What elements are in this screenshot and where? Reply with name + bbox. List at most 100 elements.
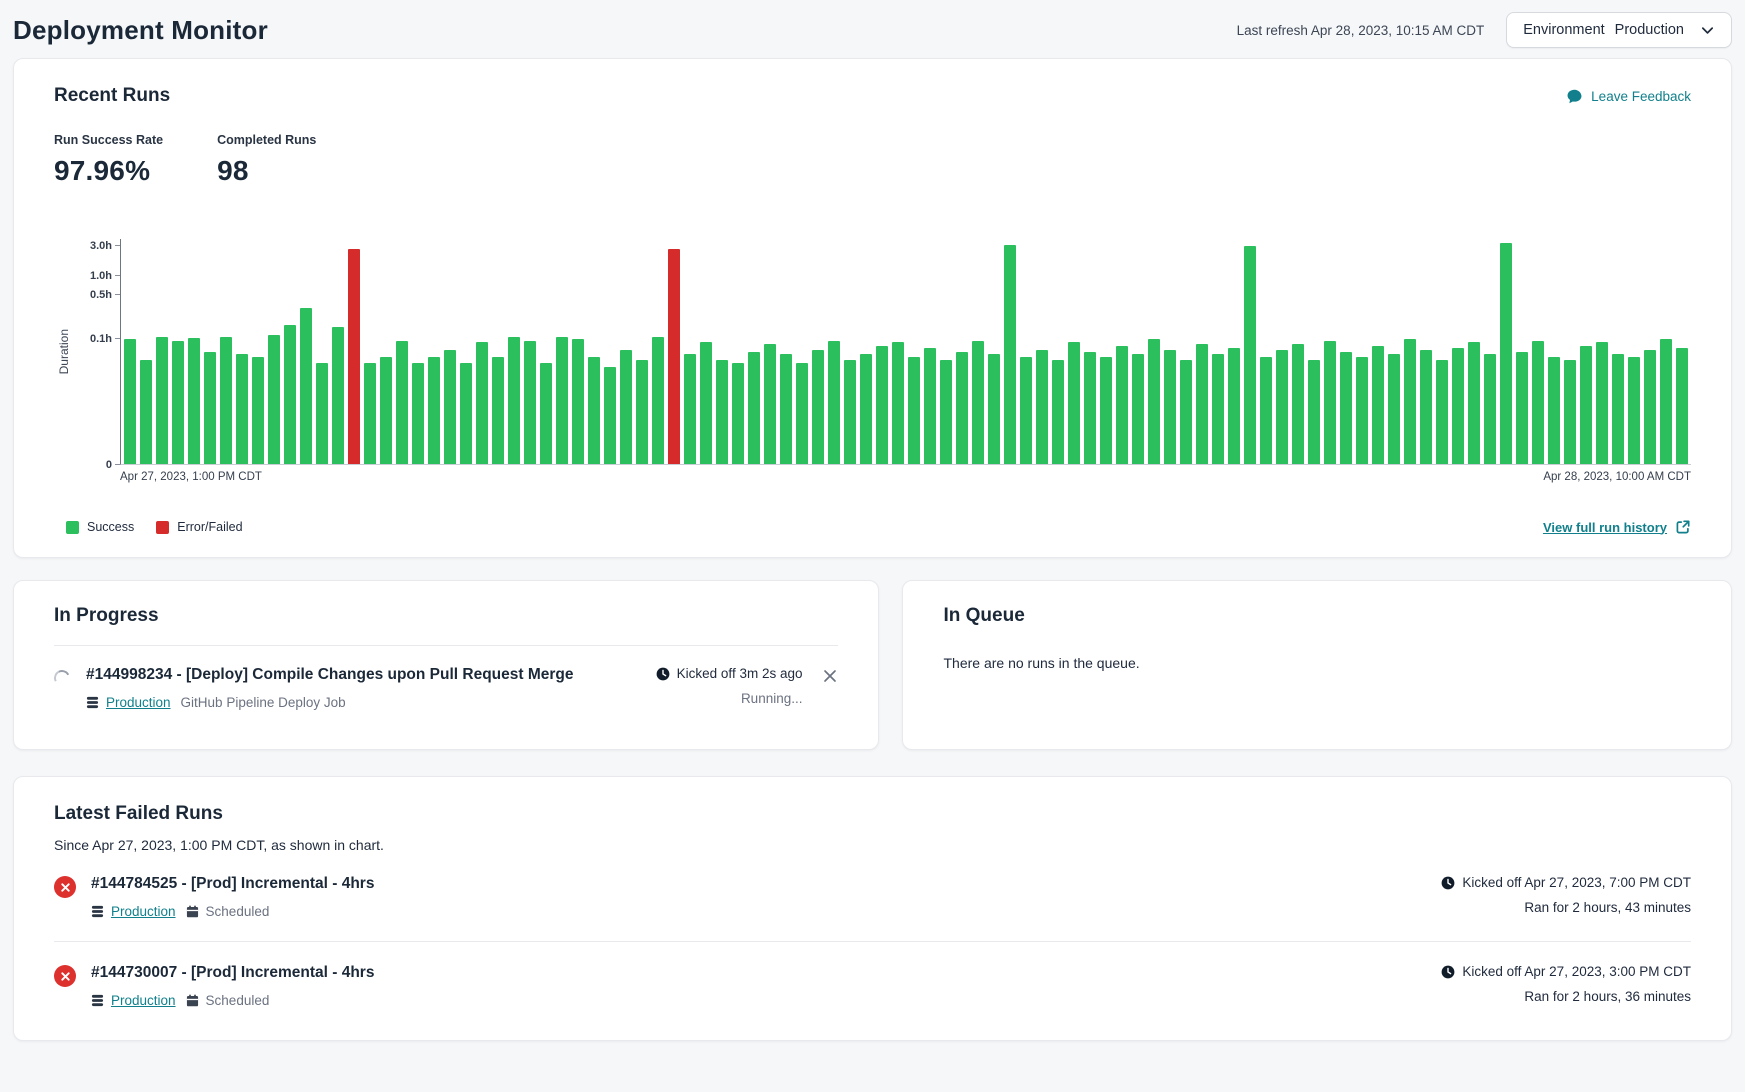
run-bar-success[interactable] [572,339,584,464]
run-bar-success[interactable] [380,357,392,464]
run-bar-success[interactable] [1468,342,1480,464]
run-bar-success[interactable] [1212,354,1224,464]
run-bar-success[interactable] [716,360,728,464]
run-bar-success[interactable] [524,341,536,464]
run-bar-success[interactable] [1148,339,1160,464]
run-bar-success[interactable] [284,325,296,464]
run-bar-success[interactable] [732,363,744,464]
run-bar-success[interactable] [492,357,504,464]
leave-feedback-button[interactable]: Leave Feedback [1566,88,1691,105]
run-bar-success[interactable] [252,357,264,464]
run-bar-success[interactable] [188,338,200,464]
run-bar-success[interactable] [1084,352,1096,464]
run-bar-success[interactable] [1068,342,1080,464]
run-bar-success[interactable] [1260,357,1272,464]
environment-link[interactable]: Production [91,904,176,919]
run-bar-success[interactable] [988,354,1000,464]
run-bar-success[interactable] [1500,243,1512,464]
run-bar-success[interactable] [796,363,808,464]
run-bar-success[interactable] [204,352,216,464]
run-bar-success[interactable] [1228,348,1240,464]
environment-link[interactable]: Production [86,695,171,710]
run-bar-success[interactable] [1004,245,1016,464]
run-bar-success[interactable] [1404,339,1416,464]
run-bar-success[interactable] [780,354,792,464]
run-bar-success[interactable] [1548,357,1560,464]
run-bar-success[interactable] [1036,350,1048,464]
run-bar-success[interactable] [844,360,856,464]
run-bar-success[interactable] [908,357,920,464]
run-bar-success[interactable] [1052,360,1064,464]
run-bar-success[interactable] [588,357,600,464]
run-bar-success[interactable] [1532,341,1544,464]
run-bar-success[interactable] [444,350,456,464]
run-bar-success[interactable] [476,342,488,464]
run-bar-success[interactable] [124,339,136,464]
run-bar-success[interactable] [1180,360,1192,464]
run-bar-success[interactable] [1516,352,1528,464]
run-bar-success[interactable] [1612,354,1624,464]
run-bar-success[interactable] [828,341,840,464]
run-bar-success[interactable] [684,354,696,464]
run-bar-success[interactable] [1420,350,1432,464]
environment-dropdown[interactable]: Environment Production [1506,12,1732,48]
run-bar-error[interactable] [668,249,680,464]
environment-link[interactable]: Production [91,993,176,1008]
run-bar-success[interactable] [556,337,568,464]
run-bar-success[interactable] [412,363,424,464]
run-bar-success[interactable] [940,360,952,464]
run-bar-success[interactable] [508,337,520,464]
run-bar-success[interactable] [1596,342,1608,464]
run-bar-success[interactable] [268,335,280,464]
run-bar-success[interactable] [220,337,232,464]
run-bar-success[interactable] [1580,346,1592,464]
run-bar-success[interactable] [140,360,152,464]
run-bar-success[interactable] [1116,346,1128,464]
run-bar-success[interactable] [876,346,888,464]
run-bar-success[interactable] [620,350,632,464]
run-bar-success[interactable] [1100,357,1112,464]
run-bar-success[interactable] [1132,354,1144,464]
run-bar-success[interactable] [652,337,664,464]
run-bar-success[interactable] [1020,357,1032,464]
run-bar-success[interactable] [1276,350,1288,464]
run-bar-success[interactable] [1452,348,1464,464]
run-bar-success[interactable] [972,341,984,464]
run-bar-success[interactable] [860,354,872,464]
run-bar-success[interactable] [1372,346,1384,464]
run-bar-success[interactable] [1244,246,1256,464]
run-bar-success[interactable] [764,344,776,464]
run-bar-success[interactable] [1196,344,1208,464]
run-bar-success[interactable] [604,367,616,464]
run-bar-success[interactable] [1564,360,1576,464]
run-bar-success[interactable] [396,341,408,464]
run-bar-success[interactable] [1660,339,1672,464]
run-bar-success[interactable] [1340,352,1352,464]
run-bar-success[interactable] [1484,354,1496,464]
run-bar-success[interactable] [956,352,968,464]
run-bar-success[interactable] [700,342,712,464]
run-bar-success[interactable] [428,357,440,464]
run-bar-success[interactable] [364,363,376,464]
run-bar-success[interactable] [1388,354,1400,464]
run-bar-success[interactable] [748,352,760,464]
run-bar-success[interactable] [1644,350,1656,464]
run-bar-success[interactable] [236,354,248,464]
run-bar-success[interactable] [1356,357,1368,464]
run-bar-success[interactable] [540,363,552,464]
run-bar-success[interactable] [316,363,328,464]
run-bar-success[interactable] [156,337,168,464]
run-bar-success[interactable] [812,350,824,464]
run-bar-success[interactable] [1676,348,1688,464]
run-bar-success[interactable] [1164,350,1176,464]
view-full-run-history-link[interactable]: View full run history [1543,519,1691,535]
run-bar-success[interactable] [636,360,648,464]
run-bar-success[interactable] [892,342,904,464]
run-bar-error[interactable] [348,249,360,464]
run-bar-success[interactable] [332,327,344,464]
run-bar-success[interactable] [460,363,472,464]
run-bar-success[interactable] [924,348,936,464]
run-bar-success[interactable] [1436,360,1448,464]
run-bar-success[interactable] [1324,341,1336,464]
run-bar-success[interactable] [300,308,312,464]
